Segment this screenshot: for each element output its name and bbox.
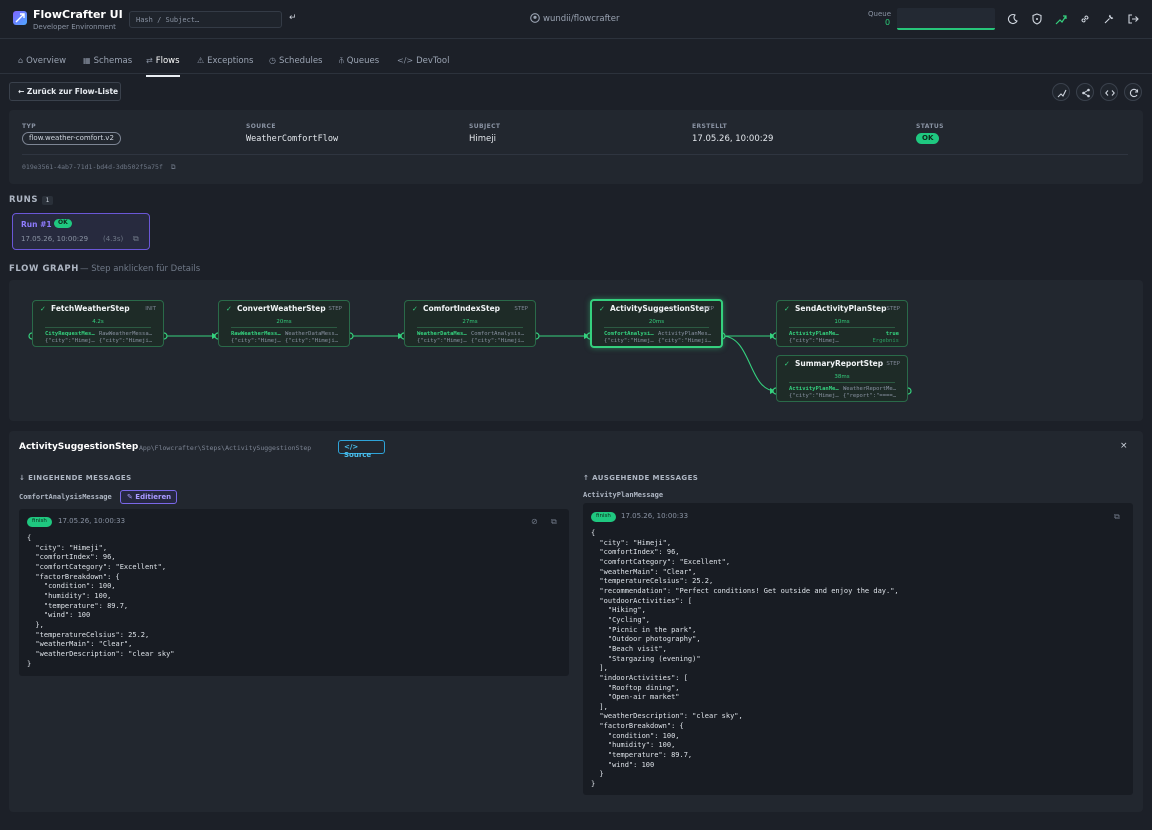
node-in-message: RawWeatherMessage xyxy=(231,331,283,337)
node-out-payload: {"city":"Himeji","c xyxy=(471,338,527,344)
node-out-message: ComfortAnalysisMessage xyxy=(471,331,527,337)
node-in-message: WeatherDataMessage xyxy=(417,331,469,337)
graph-node-convert-weather[interactable]: ✓ ConvertWeatherStep STEP 20ms RawWeathe… xyxy=(218,300,350,347)
graph-node-activity-suggestion[interactable]: ✓ ActivitySuggestionStep STEP 20ms Comfo… xyxy=(590,299,723,348)
node-out-payload: {"city":"Himeji","t xyxy=(285,338,341,344)
node-in-payload: {"city":"Himeji"} xyxy=(45,338,97,344)
node-out-message: WeatherReportMessage xyxy=(843,386,899,392)
outgoing-status-badge: finish xyxy=(591,512,616,522)
node-name: SendActivityPlanStep xyxy=(795,304,887,313)
outgoing-message-name: ActivityPlanMessage xyxy=(583,491,664,499)
node-in-payload: {"city":"Himeji" xyxy=(604,338,656,344)
node-in-message: ActivityPlanMessage xyxy=(789,386,841,392)
outgoing-date: 17.05.26, 10:00:33 xyxy=(621,512,689,520)
node-in-payload: {"city":"Himeji" xyxy=(789,393,841,399)
graph-node-fetch-weather[interactable]: ✓ FetchWeatherStep INIT 4.2s CityRequest… xyxy=(32,300,164,347)
graph-node-comfort-index[interactable]: ✓ ComfortIndexStep STEP 27ms WeatherData… xyxy=(404,300,536,347)
node-out-message: RawWeatherMessage xyxy=(99,331,155,337)
node-duration: 20ms xyxy=(648,319,665,325)
node-in-message: ComfortAnalysisMessage xyxy=(604,331,656,337)
node-duration: 4.2s xyxy=(92,319,104,325)
outgoing-json: { "city": "Himeji", "comfortIndex": 96, … xyxy=(591,529,899,789)
check-icon: ✓ xyxy=(784,360,790,368)
node-divider xyxy=(604,327,709,328)
node-divider xyxy=(231,327,337,328)
node-tag: STEP xyxy=(886,306,900,312)
node-name: ConvertWeatherStep xyxy=(237,304,326,313)
incoming-messages-title: ↓ EINGEHENDE MESSAGES xyxy=(19,474,132,482)
graph-node-send-activity-plan[interactable]: ✓ SendActivityPlanStep STEP 10ms Activit… xyxy=(776,300,908,347)
node-name: FetchWeatherStep xyxy=(51,304,130,313)
node-out-message: ActivityPlanMessage xyxy=(658,331,714,337)
node-name: SummaryReportStep xyxy=(795,359,884,368)
node-out-message: WeatherDataMessage xyxy=(285,331,341,337)
incoming-json: { "city": "Himeji", "comfortIndex": 96, … xyxy=(27,534,175,668)
incoming-date: 17.05.26, 10:00:33 xyxy=(58,517,126,525)
node-duration: 10ms xyxy=(834,319,850,325)
node-name: ComfortIndexStep xyxy=(423,304,501,313)
node-tag: STEP xyxy=(886,361,900,367)
check-icon: ✓ xyxy=(40,305,46,313)
graph-node-summary-report[interactable]: ✓ SummaryReportStep STEP 38ms ActivityPl… xyxy=(776,355,908,402)
node-tag: STEP xyxy=(328,306,342,312)
node-out-payload: {"report":"====== xyxy=(843,393,899,399)
node-in-payload: {"city":"Himeji" xyxy=(789,338,841,344)
copy-icon[interactable]: ⧉ xyxy=(551,517,557,527)
check-icon: ✓ xyxy=(226,305,232,313)
node-divider xyxy=(45,327,151,328)
node-result-value: true xyxy=(885,331,899,337)
hide-icon[interactable]: ⊘ xyxy=(531,517,538,526)
node-tag: INIT xyxy=(145,306,156,312)
incoming-message-name: ComfortAnalysisMessage xyxy=(19,493,112,501)
node-duration: 38ms xyxy=(834,374,850,380)
node-in-message: ActivityPlanMessage xyxy=(789,331,841,337)
node-duration: 27ms xyxy=(462,319,478,325)
copy-icon[interactable]: ⧉ xyxy=(1114,512,1120,522)
check-icon: ✓ xyxy=(599,305,605,313)
step-detail-title: ActivitySuggestionStep xyxy=(19,442,139,452)
node-out-payload: {"city":"Himeji","t xyxy=(99,338,155,344)
node-divider xyxy=(789,382,895,383)
node-duration: 20ms xyxy=(276,319,292,325)
step-class-path: App\Flowcrafter\Steps\ActivitySuggestion… xyxy=(139,444,312,452)
node-name: ActivitySuggestionStep xyxy=(610,304,710,313)
source-button[interactable]: </> Source xyxy=(338,440,385,459)
node-out-payload: {"city":"Himeji","c xyxy=(658,338,714,344)
node-tag: STEP xyxy=(700,306,714,312)
node-result-label: Ergebnis xyxy=(872,338,900,344)
node-divider xyxy=(417,327,523,328)
incoming-status-badge: finish xyxy=(27,517,52,527)
node-in-payload: {"city":"Himeji" xyxy=(231,338,283,344)
node-in-payload: {"city":"Himeji" xyxy=(417,338,469,344)
node-tag: STEP xyxy=(514,306,528,312)
check-icon: ✓ xyxy=(412,305,418,313)
edit-message-button[interactable]: ✎ Editieren xyxy=(120,490,177,504)
close-icon[interactable]: × xyxy=(1120,441,1128,451)
node-in-message: CityRequestMessage xyxy=(45,331,97,337)
outgoing-messages-title: ↑ AUSGEHENDE MESSAGES xyxy=(583,474,699,482)
check-icon: ✓ xyxy=(784,305,790,313)
node-divider xyxy=(789,327,895,328)
